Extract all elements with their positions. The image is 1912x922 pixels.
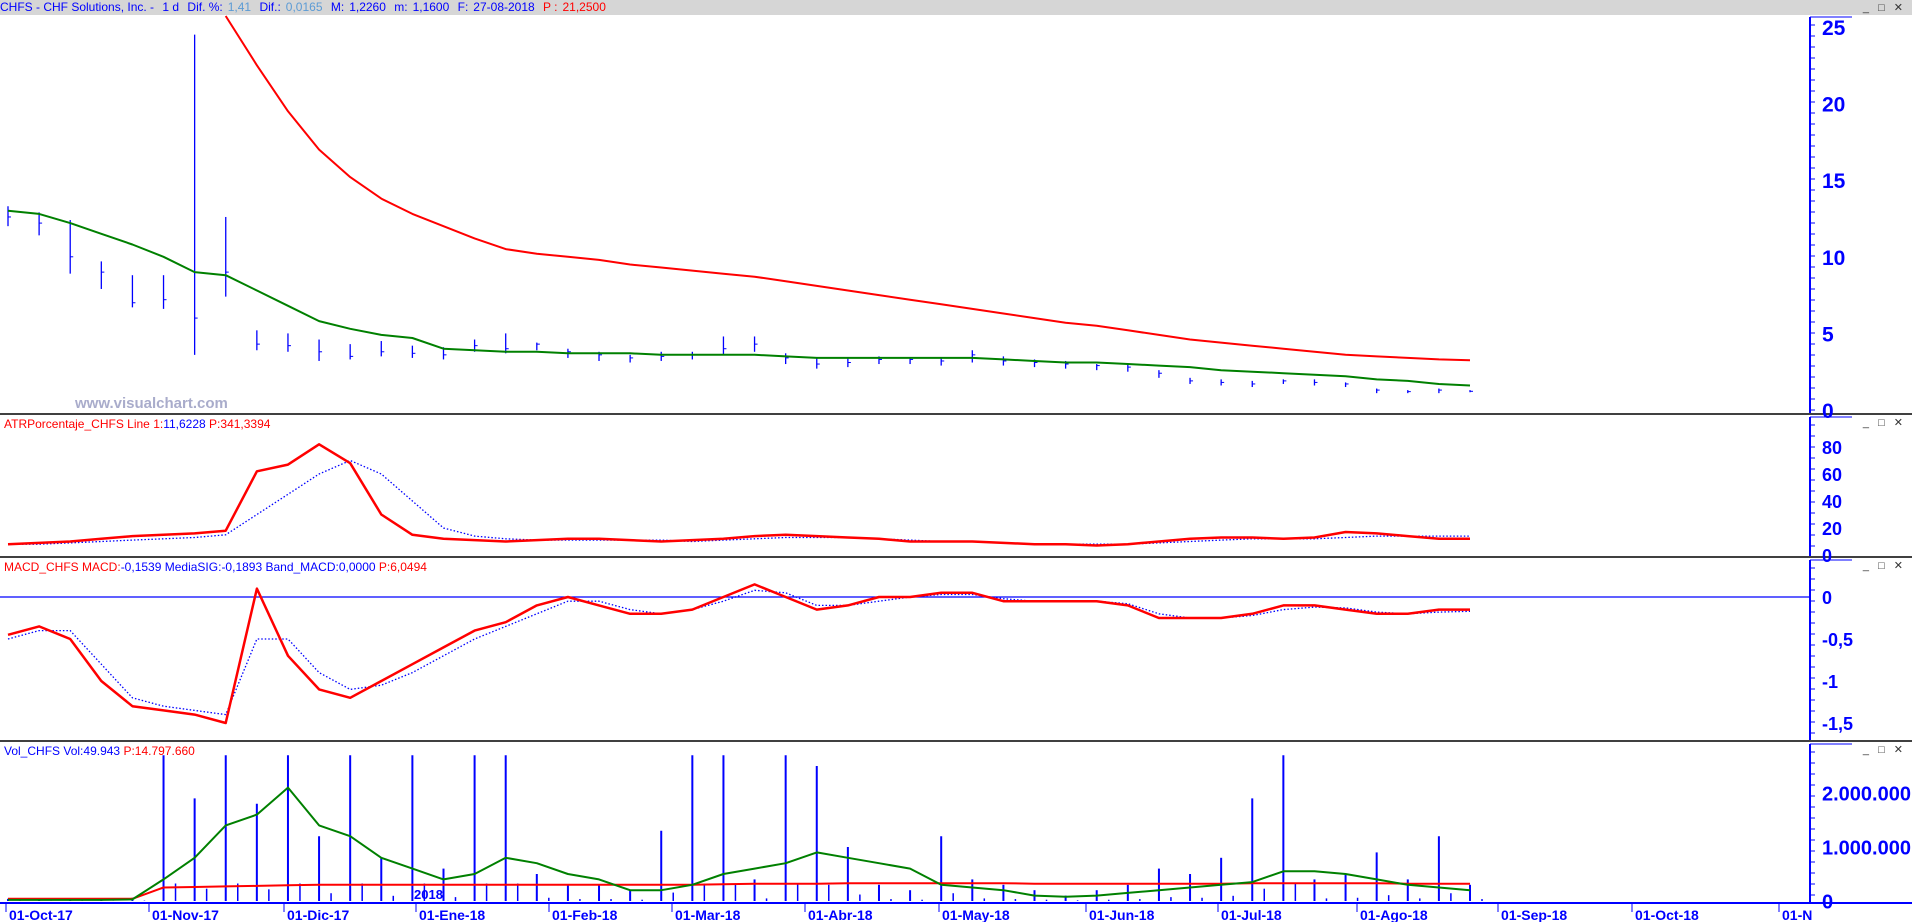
x-axis-label: 01-Oct-18: [1635, 907, 1699, 922]
macd-panel-label: MACD_CHFS MACD:-0,1539 MediaSIG:-0,1893 …: [4, 560, 427, 574]
vol-p-value: 14.797.660: [134, 744, 195, 758]
macd-name: MACD_CHFS: [4, 560, 79, 574]
atr-name: ATRPorcentaje_CHFS: [4, 417, 124, 431]
vol-p-label: P:: [123, 744, 135, 758]
x-axis-label: 01-Mar-18: [675, 907, 741, 922]
x-axis-label: 01-Sep-18: [1501, 907, 1567, 922]
vol-name: Vol_CHFS: [4, 744, 61, 758]
atr-axis-label: 80: [1822, 438, 1842, 458]
window-buttons-macd[interactable]: _ □ ✕: [1863, 559, 1906, 572]
macd-axis-label: -0,5: [1822, 630, 1853, 650]
vol-value: 49.943: [83, 744, 121, 758]
atr-line-label: Line 1:: [127, 417, 164, 431]
atr-p-label: P:: [209, 417, 221, 431]
atr-line: [7, 443, 1470, 547]
atr-p-value: 341,3394: [220, 417, 271, 431]
macd-p-value: 6,0494: [390, 560, 427, 574]
band-value: 0,0000: [338, 560, 376, 574]
window-buttons-atr[interactable]: _ □ ✕: [1863, 416, 1906, 429]
macd-axis-label: -1,5: [1822, 714, 1853, 734]
macd-signal-line: [7, 589, 1471, 716]
price-axis-label: 20: [1822, 94, 1845, 117]
price-axis-label: 0: [1822, 400, 1834, 423]
x-axis-label: 01-N: [1782, 907, 1812, 922]
vol-panel-label: Vol_CHFS Vol:49.943 P:14.797.660: [4, 744, 195, 758]
x-axis-label: 01-Dic-17: [287, 907, 349, 922]
macd-axis-label: -1: [1822, 672, 1838, 692]
macd-label: MACD:: [82, 560, 121, 574]
x-axis-label: 01-Feb-18: [552, 907, 618, 922]
macd-p-label: P:: [378, 560, 391, 574]
atr-axis-label: 60: [1822, 465, 1842, 485]
sig-value: -0,1893: [221, 560, 263, 574]
atr-line-value: 11,6228: [163, 417, 206, 431]
atr-signal-line: [8, 459, 1470, 545]
band-label: Band_MACD:: [265, 560, 339, 574]
price-axis-label: 15: [1822, 170, 1846, 193]
price-axis-label: 5: [1822, 323, 1834, 346]
price-axis-label: 10: [1822, 247, 1845, 270]
atr-axis-label: 0: [1822, 546, 1832, 566]
x-axis-label: 01-Ene-18: [419, 907, 485, 922]
vol-label: Vol:: [63, 744, 84, 758]
window-buttons-vol[interactable]: _ □ ✕: [1863, 743, 1906, 756]
sma-slow-line: [224, 15, 1471, 362]
x-axis-year-label: 2018: [414, 887, 443, 902]
volume-avg-slow-line: [8, 882, 1470, 900]
x-axis-label: 01-May-18: [942, 907, 1010, 922]
watermark: www.visualchart.com: [75, 395, 228, 412]
atr-axis-label: 40: [1822, 492, 1842, 512]
chart-canvas[interactable]: 05101520250204060800-0,5-1-1,501.000.000…: [0, 0, 1912, 922]
price-axis-label: 25: [1822, 17, 1846, 40]
macd-axis-label: 0: [1822, 588, 1832, 608]
atr-panel-label: ATRPorcentaje_CHFS Line 1:11,6228 P:341,…: [4, 417, 270, 431]
macd-line: [7, 583, 1470, 725]
x-axis-label: 01-Jul-18: [1221, 907, 1282, 922]
sma-fast-line: [7, 209, 1471, 387]
vol-axis-label: 2.000.000: [1822, 784, 1911, 806]
x-axis-label: 01-Oct-17: [9, 907, 73, 922]
atr-axis-label: 20: [1822, 519, 1842, 539]
x-axis-label: 01-Jun-18: [1089, 907, 1155, 922]
sig-label: MediaSIG:: [164, 560, 222, 574]
macd-value: -0,1539: [120, 560, 162, 574]
x-axis-label: 01-Abr-18: [808, 907, 873, 922]
x-axis-label: 01-Nov-17: [152, 907, 219, 922]
window-buttons-main[interactable]: _ □ ✕: [1863, 1, 1906, 14]
x-axis-label: 01-Ago-18: [1360, 907, 1428, 922]
vol-axis-label: 1.000.000: [1822, 838, 1911, 860]
